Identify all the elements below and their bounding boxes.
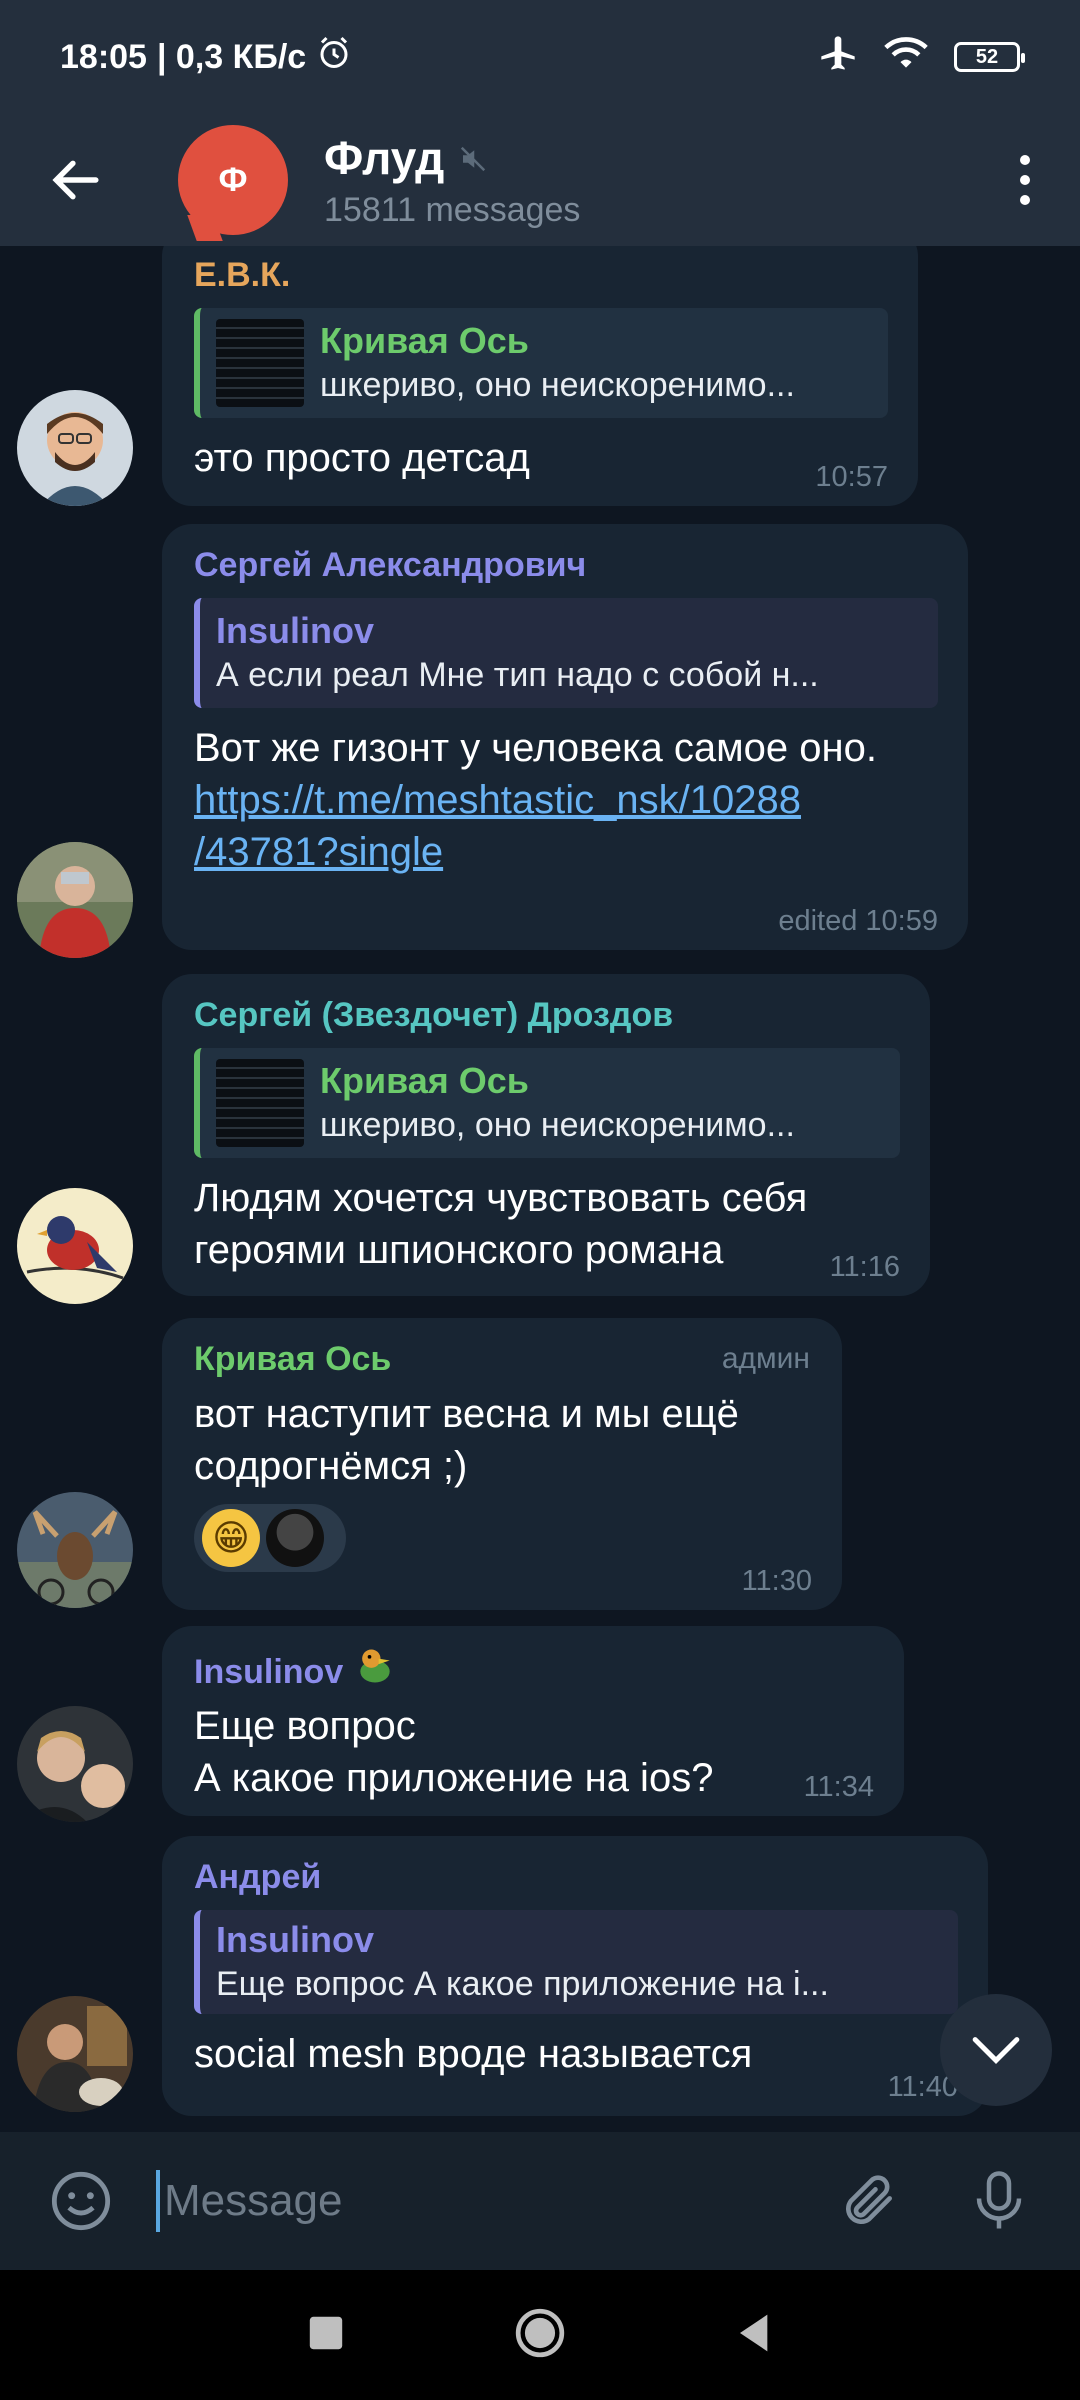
- message-time: 11:34: [803, 1771, 874, 1803]
- message-line: вот наступит весна и мы ещё: [194, 1392, 739, 1436]
- chat-header: Ф Флуд 15811 messages: [0, 114, 1080, 246]
- message-text: Людям хочется чувствовать себя героями ш…: [194, 1172, 900, 1276]
- square-icon: [309, 2316, 343, 2349]
- admin-badge: админ: [721, 1342, 810, 1375]
- muted-icon: [458, 131, 488, 185]
- link-line: https://t.me/meshtastic_nsk/10288: [194, 778, 801, 822]
- message-text: вот наступит весна и мы ещё содрогнёмся …: [194, 1388, 812, 1492]
- recents-button[interactable]: [308, 2315, 344, 2356]
- arrow-left-icon: [52, 160, 99, 200]
- reply-sender: Insulinov: [216, 610, 375, 651]
- reply-sender: Insulinov: [216, 1919, 375, 1960]
- battery-icon: 52: [954, 42, 1025, 72]
- avatar[interactable]: [17, 390, 133, 506]
- message-sender: Андрей: [194, 1858, 322, 1896]
- reply-sender: Кривая Ось: [320, 320, 529, 361]
- message-text: это просто детсад: [194, 436, 530, 480]
- message-line: А какое приложение на ios?: [194, 1756, 714, 1800]
- reply-preview[interactable]: Insulinov А если реал Мне тип надо с соб…: [194, 598, 938, 708]
- grinning-face-icon: 😁: [202, 1509, 260, 1567]
- chat-title: Флуд: [324, 131, 445, 184]
- message-time: 10:57: [815, 461, 888, 493]
- attach-button[interactable]: [824, 2156, 914, 2246]
- alarm-icon: [316, 35, 352, 80]
- reply-preview[interactable]: Insulinov Еще вопрос А какое приложение …: [194, 1910, 958, 2014]
- message-bubble[interactable]: Е.В.К. Кривая Ось шкериво, оно неискорен…: [162, 246, 918, 506]
- message-time: 11:30: [741, 1565, 812, 1597]
- message-line: содрогнёмся ;): [194, 1444, 468, 1488]
- avatar[interactable]: [17, 1996, 133, 2112]
- message-input[interactable]: [163, 2176, 824, 2226]
- triangle-back-icon: [740, 2314, 768, 2351]
- back-button[interactable]: [0, 114, 150, 246]
- message-text: Еще вопрос А какое приложение на ios?: [194, 1700, 874, 1804]
- message-composer: [0, 2132, 1080, 2270]
- message-link[interactable]: https://t.me/meshtastic_nsk/10288 /43781…: [194, 774, 938, 878]
- message-text: Вот же гизонт у человека самое оно.: [194, 726, 877, 770]
- message-bubble[interactable]: Сергей Александрович Insulinov А если ре…: [162, 524, 968, 950]
- back-nav-button[interactable]: [736, 2313, 772, 2358]
- message-bubble[interactable]: Сергей (Звездочет) Дроздов Кривая Ось шк…: [162, 974, 930, 1296]
- link-line: /43781?single: [194, 830, 444, 874]
- microphone-icon: [976, 2171, 1022, 2229]
- paperclip-icon: [846, 2175, 892, 2224]
- reply-text: шкериво, оно неискоренимо...: [320, 1106, 795, 1144]
- dot-icon: [1020, 195, 1030, 205]
- status-bar: 18:05 | 0,3 КБ/с 52: [0, 0, 1080, 114]
- reply-sender: Кривая Ось: [320, 1060, 529, 1101]
- system-nav-bar: [0, 2270, 1080, 2400]
- message-time: 11:16: [829, 1251, 900, 1283]
- message-sender: Сергей Александрович: [194, 546, 587, 584]
- message-input-wrapper[interactable]: [156, 2161, 824, 2241]
- message-sender: Кривая Ось: [194, 1340, 392, 1378]
- airplane-icon: [818, 33, 858, 82]
- message-sender: Insulinov: [194, 1644, 874, 1700]
- text-caret: [156, 2170, 160, 2232]
- emoji-button[interactable]: [36, 2156, 126, 2246]
- scroll-to-bottom-button[interactable]: [940, 1994, 1052, 2106]
- network-speed: | 0,3 КБ/с: [156, 37, 307, 76]
- message-line: героями шпионского романа: [194, 1228, 724, 1272]
- voice-record-button[interactable]: [954, 2156, 1044, 2246]
- message-count: 15811 messages: [324, 190, 581, 229]
- reply-thumbnail: [216, 1059, 304, 1147]
- smiley-icon: [51, 2171, 111, 2231]
- message-sender: Е.В.К.: [194, 256, 291, 294]
- reply-preview[interactable]: Кривая Ось шкериво, оно неискоренимо...: [194, 308, 888, 418]
- avatar[interactable]: [17, 1188, 133, 1304]
- avatar[interactable]: [17, 1706, 133, 1822]
- group-avatar[interactable]: Ф: [178, 125, 288, 235]
- message-text: social mesh вроде называется: [194, 2032, 753, 2076]
- wifi-icon: [884, 33, 928, 82]
- sender-name: Insulinov: [194, 1653, 344, 1691]
- more-menu-button[interactable]: [970, 114, 1080, 246]
- message-sender: Сергей (Звездочет) Дроздов: [194, 996, 674, 1034]
- home-button[interactable]: [514, 2307, 566, 2364]
- reply-text: А если реал Мне тип надо с собой н...: [216, 656, 819, 694]
- reaction-user-avatar: [266, 1509, 324, 1567]
- message-list[interactable]: Е.В.К. Кривая Ось шкериво, оно неискорен…: [0, 246, 1080, 2132]
- reaction-chip[interactable]: 😁: [194, 1504, 346, 1572]
- dot-icon: [1020, 175, 1030, 185]
- chat-info[interactable]: Флуд 15811 messages: [324, 131, 580, 230]
- reply-text: шкериво, оно неискоренимо...: [320, 366, 795, 404]
- reply-text: Еще вопрос А какое приложение на i...: [216, 1965, 829, 2003]
- message-line: Людям хочется чувствовать себя: [194, 1176, 808, 1220]
- message-bubble[interactable]: Insulinov Еще вопрос А какое приложение …: [162, 1626, 904, 1816]
- chevron-down-icon: [972, 2037, 1020, 2064]
- duck-icon: [353, 1644, 397, 1700]
- reply-thumbnail: [216, 319, 304, 407]
- battery-level: 52: [975, 45, 999, 68]
- avatar[interactable]: [17, 842, 133, 958]
- status-time: 18:05: [60, 37, 147, 76]
- message-line: Еще вопрос: [194, 1704, 416, 1748]
- message-bubble[interactable]: Андрей Insulinov Еще вопрос А какое прил…: [162, 1836, 988, 2116]
- avatar[interactable]: [17, 1492, 133, 1608]
- message-bubble[interactable]: Кривая Ось админ вот наступит весна и мы…: [162, 1318, 842, 1610]
- message-time: edited 10:59: [778, 905, 938, 937]
- dot-icon: [1020, 155, 1030, 165]
- circle-icon: [515, 2308, 565, 2357]
- group-avatar-letter: Ф: [218, 160, 248, 199]
- reply-preview[interactable]: Кривая Ось шкериво, оно неискоренимо...: [194, 1048, 900, 1158]
